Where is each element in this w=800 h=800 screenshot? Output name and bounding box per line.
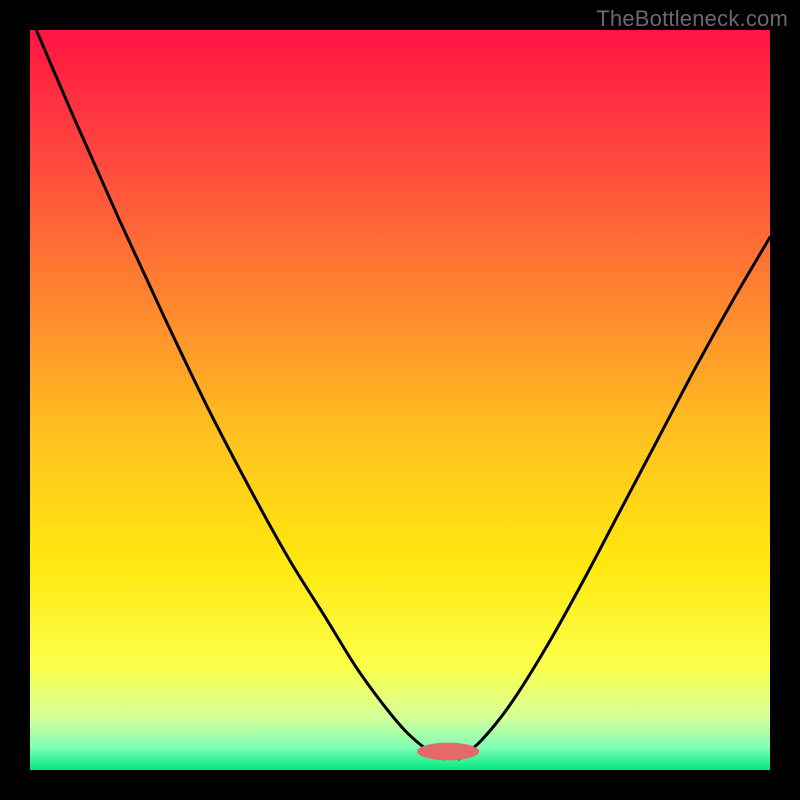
outer-frame: TheBottleneck.com xyxy=(0,0,800,800)
gradient-rect xyxy=(30,30,770,770)
credit-label: TheBottleneck.com xyxy=(596,6,788,32)
min-marker xyxy=(417,743,479,761)
plot-area xyxy=(30,30,770,770)
chart-svg xyxy=(30,30,770,770)
